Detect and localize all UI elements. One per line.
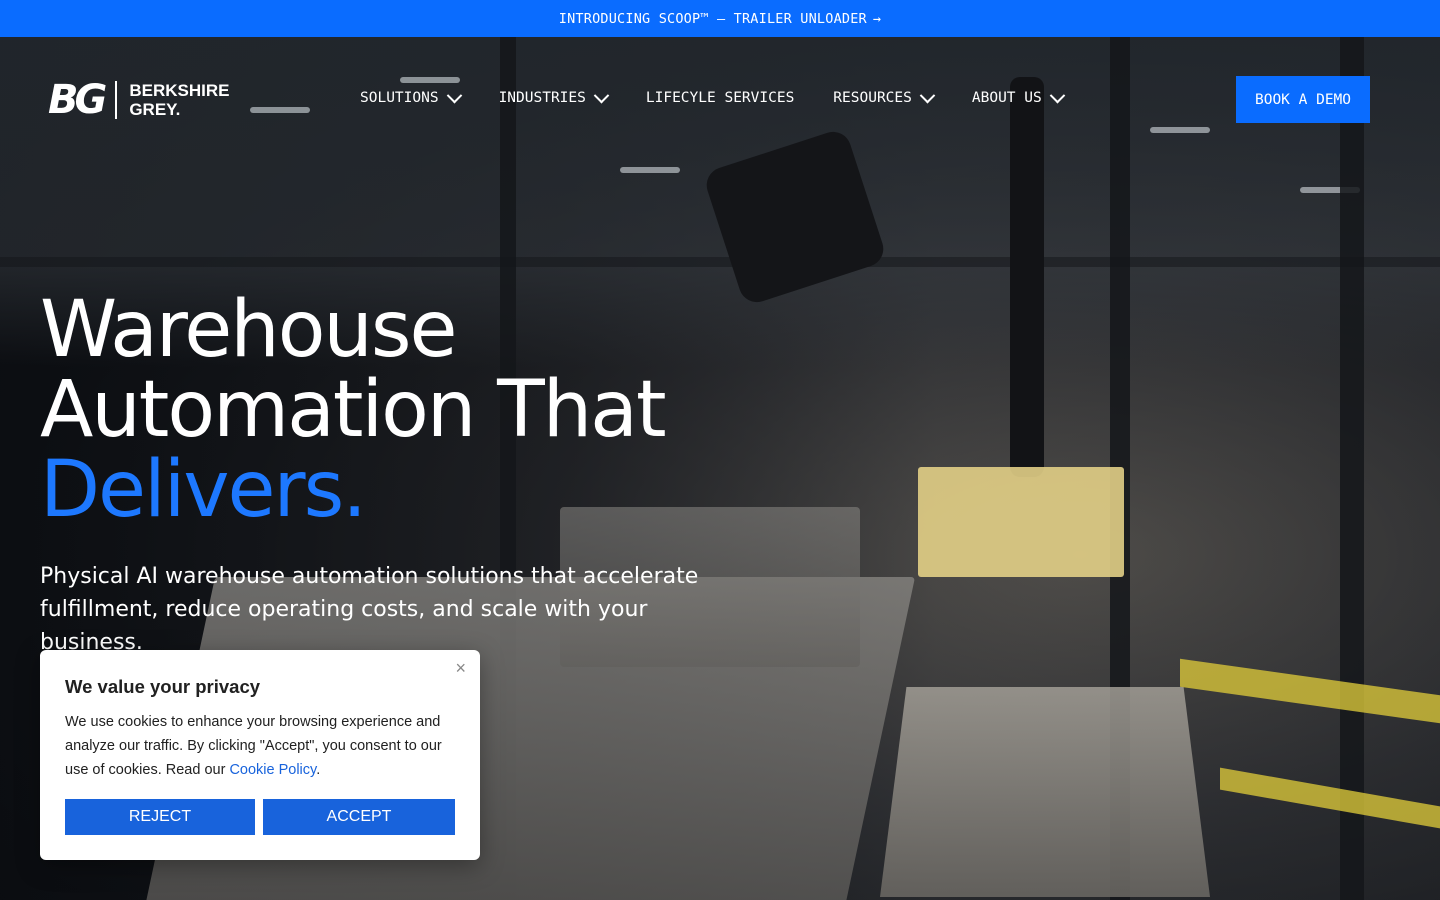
robot-arm — [1010, 77, 1044, 477]
frame-rail — [0, 257, 1440, 267]
cookie-policy-link[interactable]: Cookie Policy — [229, 762, 316, 778]
ceiling-light — [250, 107, 310, 113]
chevron-down-icon — [919, 87, 936, 103]
nav-item-about-us[interactable]: ABOUT US — [971, 87, 1065, 106]
accept-button[interactable]: ACCEPT — [263, 799, 455, 835]
cookie-body-suffix: . — [316, 762, 321, 778]
cookie-banner: × We value your privacy We use cookies t… — [40, 650, 480, 860]
announcement-link[interactable]: INTRODUCING SCOOP™ – TRAILER UNLOADER → — [559, 11, 881, 27]
reject-button[interactable]: REJECT — [65, 799, 255, 835]
parcel-box — [918, 467, 1124, 577]
announcement-text: INTRODUCING SCOOP™ – TRAILER UNLOADER — [558, 10, 867, 27]
nav-item-solutions[interactable]: SOLUTIONS — [360, 87, 462, 106]
chevron-down-icon — [593, 87, 610, 103]
logo-text: BERKSHIRE GREY. — [129, 81, 229, 119]
sorting-tray — [880, 687, 1210, 897]
book-demo-button[interactable]: BOOK A DEMO — [1236, 76, 1370, 123]
frame-post — [1340, 37, 1364, 900]
headline-line2: Automation That — [40, 365, 667, 455]
logo-divider — [115, 81, 118, 119]
conveyor-edge — [1220, 767, 1440, 829]
cookie-title: We value your privacy — [65, 676, 261, 697]
nav-item-label: ABOUT US — [971, 90, 1042, 106]
ceiling-light — [1150, 127, 1210, 133]
nav-item-resources[interactable]: RESOURCES — [833, 87, 936, 106]
nav-item-label: LIFECYLE SERVICES — [645, 90, 795, 106]
cookie-body: We use cookies to enhance your browsing … — [65, 710, 460, 782]
hero-headline: Warehouse Automation That Delivers. — [40, 285, 667, 535]
chevron-down-icon — [446, 87, 462, 103]
conveyor-edge — [1180, 658, 1440, 724]
nav-item-label: RESOURCES — [833, 90, 912, 106]
brand-logo[interactable]: BG BERKSHIRE GREY. — [48, 80, 229, 120]
ceiling-light — [620, 167, 680, 173]
nav-item-label: INDUSTRIES — [498, 90, 586, 106]
main-nav: SOLUTIONS INDUSTRIES LIFECYLE SERVICES R… — [360, 87, 1102, 106]
nav-item-lifecycle-services[interactable]: LIFECYLE SERVICES — [646, 90, 794, 106]
arrow-right-icon: → — [872, 10, 882, 27]
nav-item-industries[interactable]: INDUSTRIES — [498, 87, 610, 106]
headline-line3: Delivers. — [40, 445, 367, 535]
announcement-bar: INTRODUCING SCOOP™ – TRAILER UNLOADER → — [0, 0, 1440, 37]
headline-line1: Warehouse — [40, 285, 457, 375]
chevron-down-icon — [1049, 87, 1065, 103]
logo-mark: BG — [48, 77, 107, 123]
nav-item-label: SOLUTIONS — [360, 90, 439, 106]
hero-subtitle: Physical AI warehouse automation solutio… — [40, 564, 699, 655]
logo-text-line1: BERKSHIRE — [129, 81, 230, 100]
logo-text-line2: GREY. — [129, 100, 181, 119]
close-icon[interactable]: × — [455, 658, 466, 679]
ceiling-light — [400, 77, 460, 83]
